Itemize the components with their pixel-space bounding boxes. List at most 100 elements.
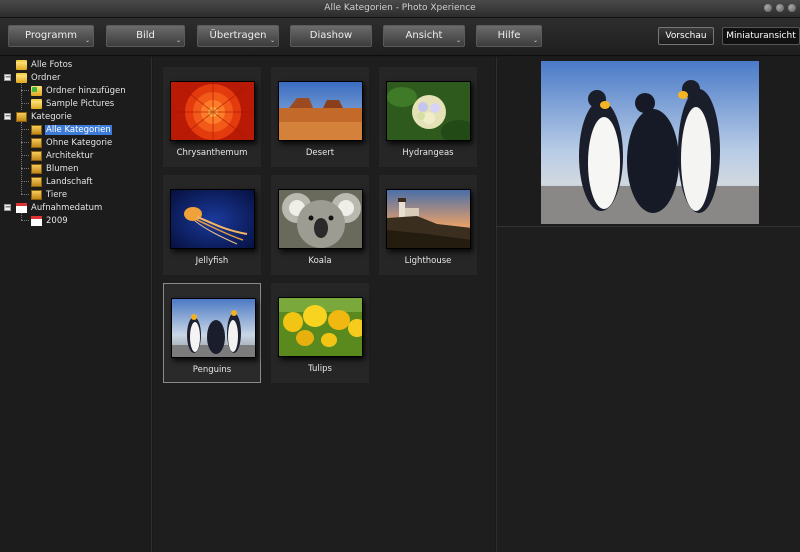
preview-image [541,61,759,224]
minimize-icon[interactable] [764,4,772,12]
maximize-icon[interactable] [776,4,784,12]
category-icon [31,151,42,161]
photo-tile-tulips[interactable]: Tulips [271,283,369,383]
tree-line [21,220,29,221]
photo-caption: Jellyfish [195,256,229,266]
menu-ansicht-label: Ansicht [405,30,443,41]
tree-item-alle-fotos[interactable]: Alle Fotos [16,59,73,71]
calendar-icon [16,203,27,213]
close-icon[interactable] [788,4,796,12]
tree-item-label: Ohne Kategorie [46,138,113,148]
photo-caption: Desert [305,148,335,158]
tree-item-label: Alle Fotos [31,60,73,70]
menu-diashow-button[interactable]: Diashow [290,25,372,47]
tree-line [21,129,29,130]
preview-view-button[interactable]: Vorschau [658,27,714,45]
toolbar: Programm ⌄ Bild ⌄ Übertragen ⌄ Diashow A… [0,18,800,56]
tree-line [21,122,22,194]
tree-item-label: Alle Kategorien [45,125,112,135]
tree-item-label: Sample Pictures [46,99,115,109]
tree-item-label: Kategorie [31,112,72,122]
tree-item-tiere[interactable]: Tiere [31,189,68,201]
photo-thumbnail [278,189,363,249]
thumbnail-view-button[interactable]: Miniaturansicht [722,27,800,45]
category-icon [31,177,42,187]
menu-uebertragen-label: Übertragen [209,30,267,41]
chevron-down-icon: ⌄ [532,37,538,44]
chevron-down-icon: ⌄ [455,37,461,44]
tree-item-landschaft[interactable]: Landschaft [31,176,94,188]
chevron-down-icon: ⌄ [269,37,275,44]
tree-item-blumen[interactable]: Blumen [31,163,79,175]
photo-caption: Hydrangeas [402,148,454,158]
photo-thumbnail [386,81,471,141]
photo-caption: Tulips [308,364,332,374]
category-icon [31,125,42,135]
tree-line [21,181,29,182]
tree-item-architektur[interactable]: Architektur [31,150,94,162]
category-icon [31,164,42,174]
photo-thumbnail [278,81,363,141]
photo-caption: Penguins [192,365,232,375]
menu-ansicht-button[interactable]: Ansicht ⌄ [383,25,465,47]
tree-line [21,90,29,91]
tree-item-label: 2009 [46,216,68,226]
tree-item-aufnahmedatum[interactable]: Aufnahmedatum [16,202,103,214]
photo-tile-koala[interactable]: Koala [271,175,369,275]
tree-line [21,194,29,195]
tree-item-ohne-kategorie[interactable]: Ohne Kategorie [31,137,113,149]
menu-hilfe-button[interactable]: Hilfe ⌄ [476,25,542,47]
photo-caption: Chrysanthemum [176,148,248,158]
tree-item-label: Architektur [46,151,94,161]
tree-item-label: Aufnahmedatum [31,203,103,213]
photo-thumbnail [386,189,471,249]
menu-bild-button[interactable]: Bild ⌄ [106,25,185,47]
tree-item-label: Landschaft [46,177,93,187]
tree-item-kategorie[interactable]: Kategorie [16,111,73,123]
tree-item-label: Ordner [31,73,61,83]
menu-programm-button[interactable]: Programm ⌄ [8,25,94,47]
tree-line [21,213,22,220]
window-title: Alle Kategorien - Photo Xperience [324,3,476,13]
tree-line [21,142,29,143]
tree-item-label: Blumen [46,164,79,174]
tree-item-ordner[interactable]: Ordner [16,72,62,84]
tree-item-ordner-hinzufuegen[interactable]: Ordner hinzufügen [31,85,127,97]
photo-tile-hydrangeas[interactable]: Hydrangeas [379,67,477,167]
tree-line [21,103,29,104]
tree-item-sample-pictures[interactable]: Sample Pictures [31,98,115,110]
tree-line [21,155,29,156]
folder-add-icon [31,86,42,96]
tree-line [21,83,22,110]
tree-item-2009[interactable]: 2009 [31,215,69,227]
calendar-icon [31,216,42,226]
category-tree-sidebar: − − − Alle Fotos Ordner Ordner hinzufüge… [0,57,152,552]
tree-item-label: Tiere [46,190,68,200]
photo-thumbnail [170,189,255,249]
tree-item-alle-kategorien[interactable]: Alle Kategorien [31,124,112,136]
menu-diashow-label: Diashow [309,30,353,41]
photo-tile-jellyfish[interactable]: Jellyfish [163,175,261,275]
collapse-aufnahmedatum-icon[interactable]: − [4,204,11,211]
collapse-ordner-icon[interactable]: − [4,74,11,81]
photo-tile-chrysanthemum[interactable]: Chrysanthemum [163,67,261,167]
folder-icon [31,99,42,109]
folder-icon [16,60,27,70]
category-icon [16,112,27,122]
photo-caption: Lighthouse [404,256,452,266]
tree-item-label: Ordner hinzufügen [46,86,126,96]
photo-tile-desert[interactable]: Desert [271,67,369,167]
menu-uebertragen-button[interactable]: Übertragen ⌄ [197,25,279,47]
menu-hilfe-label: Hilfe [497,30,521,41]
photo-tile-penguins[interactable]: Penguins [163,283,261,383]
photo-thumbnail [171,298,256,358]
photo-caption: Koala [308,256,332,266]
chevron-down-icon: ⌄ [175,37,181,44]
tree-line [21,168,29,169]
chevron-down-icon: ⌄ [84,37,90,44]
photo-tile-lighthouse[interactable]: Lighthouse [379,175,477,275]
collapse-kategorie-icon[interactable]: − [4,113,11,120]
category-icon [31,190,42,200]
title-bar: Alle Kategorien - Photo Xperience [0,0,800,18]
menu-programm-label: Programm [25,30,77,41]
